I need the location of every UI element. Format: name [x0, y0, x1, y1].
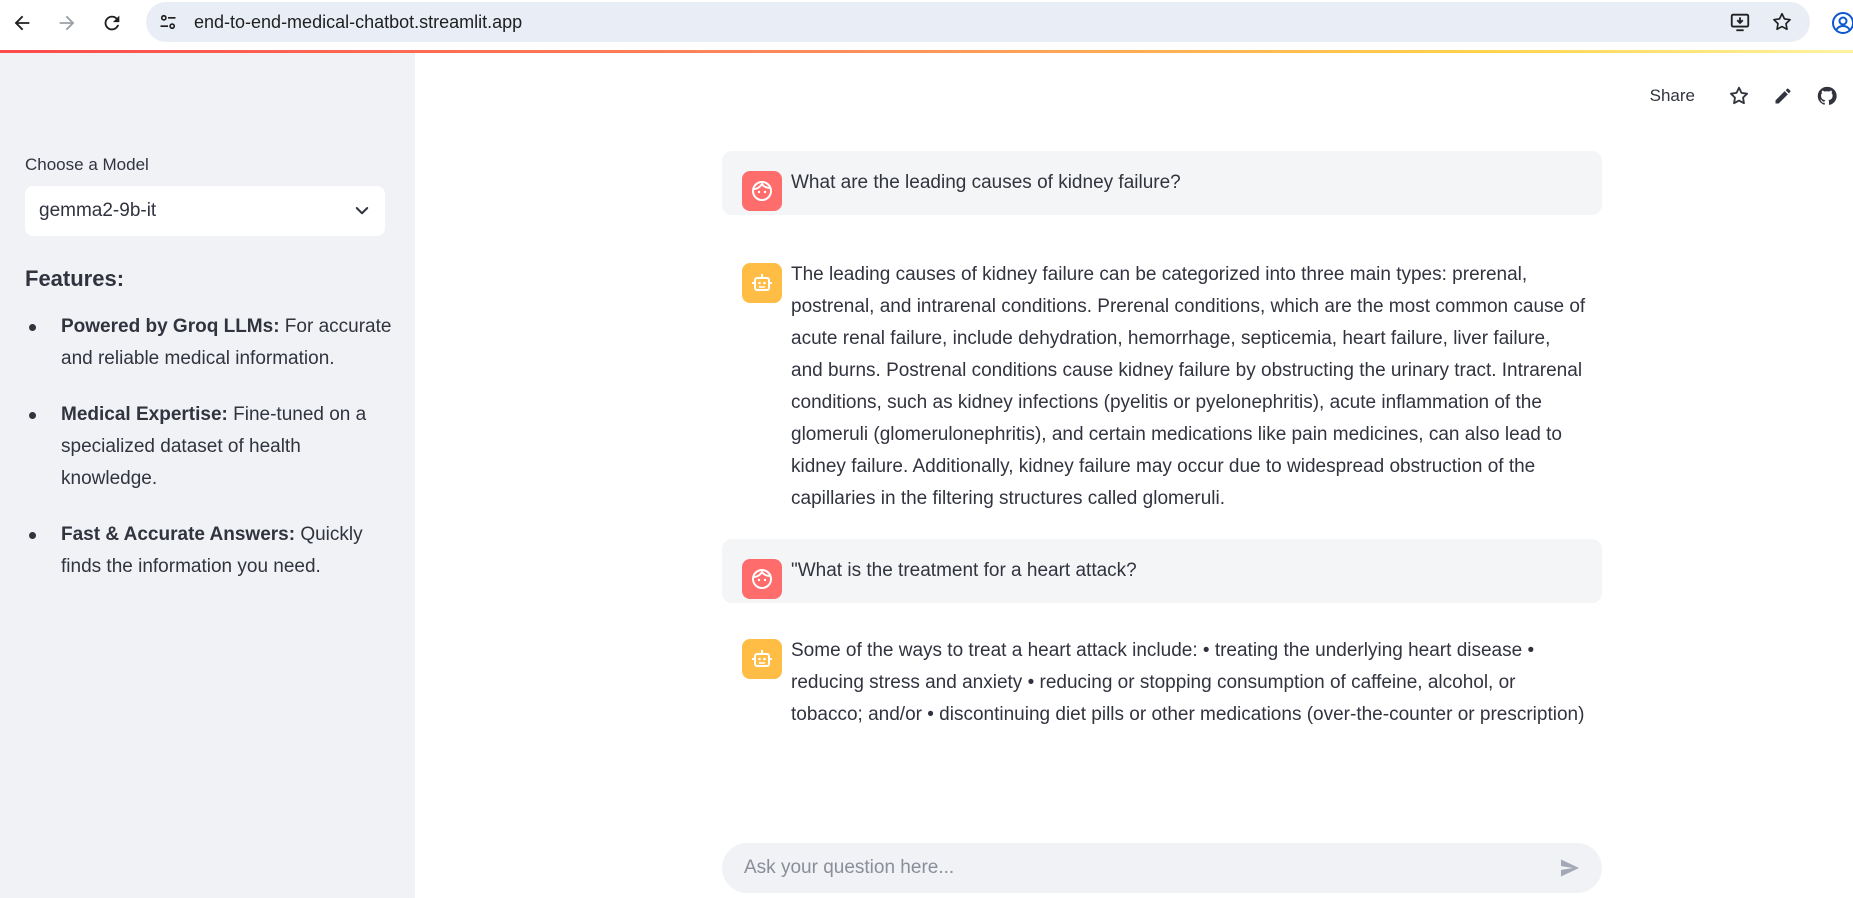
share-button[interactable]: Share: [1650, 86, 1695, 106]
user-face-icon: [752, 569, 772, 589]
robot-icon: [752, 274, 772, 291]
install-app-icon: [1730, 13, 1750, 32]
bullet: [29, 532, 36, 539]
assistant-avatar: [742, 639, 782, 679]
profile-button[interactable]: [1826, 6, 1853, 40]
address-bar[interactable]: end-to-end-medical-chatbot.streamlit.app: [146, 2, 1810, 42]
feature-item: Medical Expertise: Fine-tuned on a speci…: [25, 399, 395, 495]
bullet: [29, 324, 36, 331]
back-icon: [14, 15, 30, 31]
chat-message-assistant: The leading causes of kidney failure can…: [722, 243, 1602, 531]
user-face-icon: [752, 181, 772, 201]
favorite-button[interactable]: [1721, 78, 1757, 114]
model-select-value: gemma2-9b-it: [39, 200, 157, 221]
chat-input[interactable]: [742, 856, 1554, 880]
send-icon: [1561, 859, 1579, 877]
message-text: What are the leading causes of kidney fa…: [791, 172, 1181, 193]
edit-icon: [1775, 88, 1791, 104]
forward-button[interactable]: [50, 6, 84, 40]
forward-icon: [59, 15, 75, 31]
app-toolbar: Share: [1650, 78, 1853, 114]
feature-item: Powered by Groq LLMs: For accurate and r…: [25, 311, 395, 375]
edit-button[interactable]: [1765, 78, 1801, 114]
user-avatar: [742, 559, 782, 599]
site-info-icon: [160, 14, 176, 30]
feature-title: Fast & Accurate Answers:: [61, 524, 296, 545]
github-icon: [1817, 86, 1837, 105]
features-list: Powered by Groq LLMs: For accurate and r…: [25, 311, 395, 607]
star-icon: [1730, 86, 1748, 105]
reload-button[interactable]: [95, 6, 129, 40]
feature-title: Powered by Groq LLMs:: [61, 316, 280, 337]
chat-message-assistant: Some of the ways to treat a heart attack…: [722, 619, 1602, 747]
url-text[interactable]: end-to-end-medical-chatbot.streamlit.app: [194, 12, 522, 33]
bookmark-button[interactable]: [1764, 4, 1800, 40]
browser-toolbar: end-to-end-medical-chatbot.streamlit.app: [0, 0, 1853, 50]
model-select[interactable]: gemma2-9b-it: [25, 186, 385, 236]
reload-icon: [104, 15, 120, 31]
bookmark-star-icon: [1773, 12, 1791, 31]
robot-icon: [752, 650, 772, 667]
install-app-button[interactable]: [1722, 4, 1758, 40]
chat-messages: What are the leading causes of kidney fa…: [722, 151, 1602, 747]
site-info-button[interactable]: [150, 4, 186, 40]
back-button[interactable]: [5, 6, 39, 40]
chevron-down-icon: [355, 207, 369, 215]
bullet: [29, 412, 36, 419]
message-text: Some of the ways to treat a heart attack…: [791, 640, 1585, 725]
github-button[interactable]: [1809, 78, 1845, 114]
send-button[interactable]: [1554, 852, 1586, 884]
features-heading: Features:: [25, 266, 125, 291]
message-text: The leading causes of kidney failure can…: [791, 264, 1586, 509]
assistant-avatar: [742, 263, 782, 303]
model-select-label: Choose a Model: [25, 155, 149, 174]
profile-icon: [1832, 12, 1853, 34]
feature-item: Fast & Accurate Answers: Quickly finds t…: [25, 519, 395, 583]
chat-message-user: "What is the treatment for a heart attac…: [722, 539, 1602, 603]
message-text: "What is the treatment for a heart attac…: [791, 560, 1137, 581]
user-avatar: [742, 171, 782, 211]
sidebar: Choose a Model gemma2-9b-it Features: Po…: [0, 53, 415, 898]
feature-title: Medical Expertise:: [61, 404, 228, 425]
chat-input-bar: [722, 843, 1602, 893]
chat-message-user: What are the leading causes of kidney fa…: [722, 151, 1602, 215]
